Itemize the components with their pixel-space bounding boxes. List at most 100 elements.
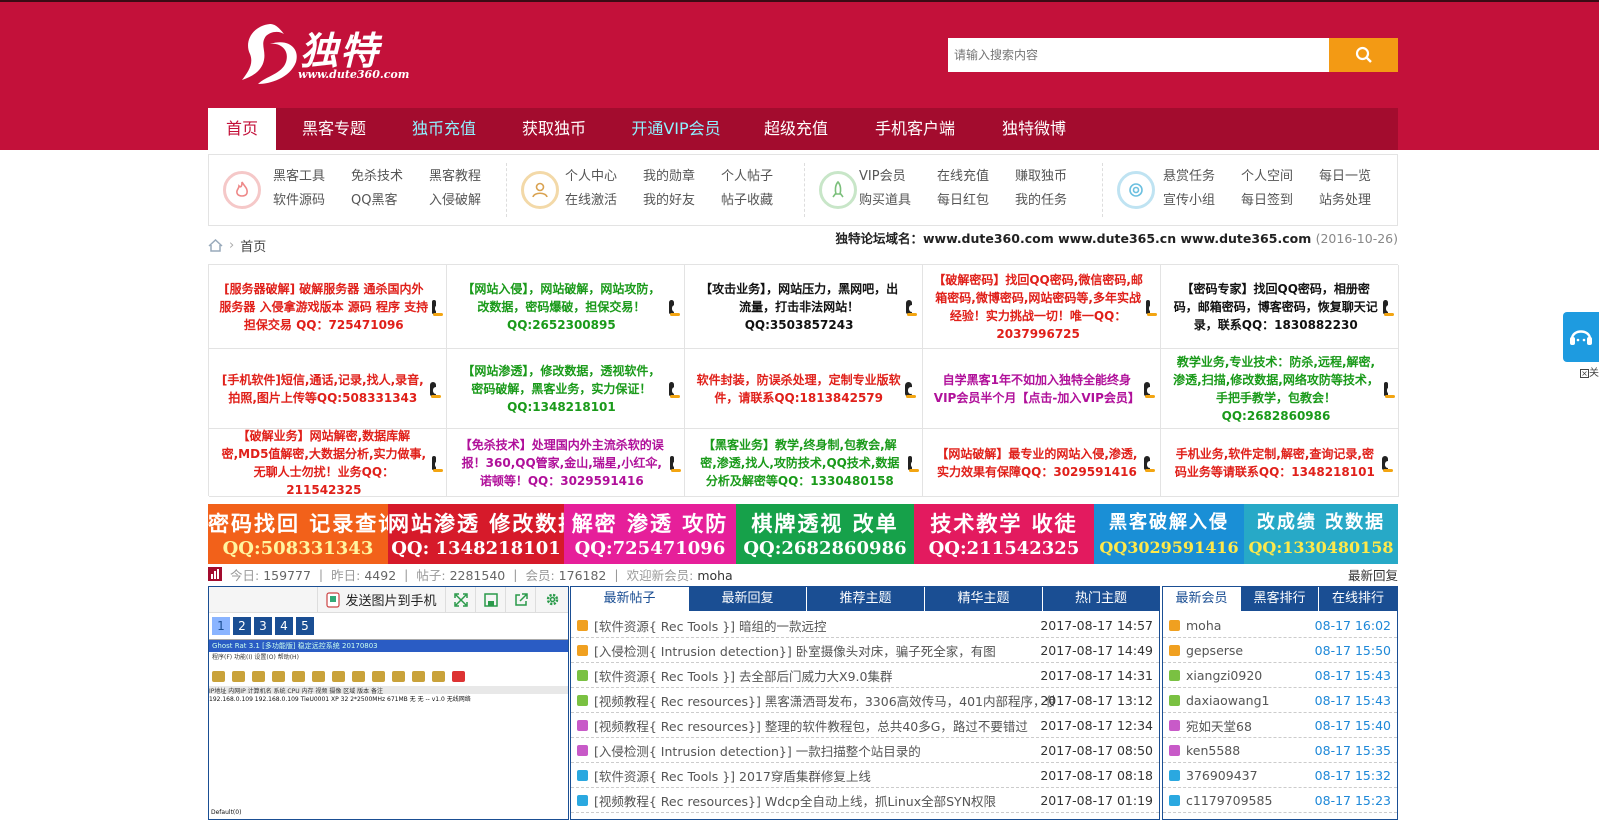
tab-latest-posts[interactable]: 最新帖子 [571,587,689,611]
member-name[interactable]: 宛如天堂68 [1186,716,1252,735]
post-title[interactable]: [软件资源{ Rec Tools }] 去全部后门威力大X9.0集群 [594,666,1054,685]
member-name[interactable]: xiangzi0920 [1186,668,1262,683]
nav-weibo[interactable]: 独特微博 [988,108,1080,150]
text-ad[interactable]: 软件封装，防误杀处理，定制专业版软件，请联系QQ:1813842579 [685,349,923,429]
member-row[interactable]: c1179709585 08-17 15:23 [1163,788,1397,813]
post-title[interactable]: [入侵检测{ Intrusion detection}] 一款扫描整个站目录的 [594,741,1054,760]
link-my-posts[interactable]: 个人帖子 [721,165,773,184]
text-ad[interactable]: 【破解业务】网站解密,数据库解密,MD5值解密,大数据分析,实力做事,无聊人士勿… [209,429,447,497]
tab-online-ranking[interactable]: 在线排行 [1319,587,1397,611]
member-row[interactable]: gepserse 08-17 15:50 [1163,638,1397,663]
post-title[interactable]: [视频教程{ Rec resources}] 整理的软件教程包，总共40多G，路… [594,716,1054,735]
link-my-medals[interactable]: 我的勋章 [643,165,695,184]
post-title[interactable]: [视频教程{ Rec resources}] Wdcp全自动上线，抓Linux全… [594,791,1054,810]
post-row[interactable]: [入侵检测{ Intrusion detection}] 一款扫描整个站目录的 2… [571,738,1159,763]
settings-button[interactable] [535,587,568,612]
link-personal-space[interactable]: 个人空间 [1241,165,1293,184]
link-online-recharge[interactable]: 在线充值 [937,165,989,184]
slide-page-5[interactable]: 5 [296,617,314,635]
text-ad[interactable]: 【破解密码】找回QQ密码,微信密码,邮箱密码,微博密码,网站密码等,多年实战经验… [923,265,1161,349]
text-ad[interactable]: 【网站入侵】，网站破解，网站攻防，改数据，密码爆破，担保交易！QQ:265230… [447,265,685,349]
link-earn-coins[interactable]: 赚取独币 [1015,165,1067,184]
tab-latest-replies[interactable]: 最新回复 [689,587,807,611]
member-row[interactable]: daxiaowang1 08-17 15:43 [1163,688,1397,713]
banner-ad[interactable]: 密码找回 记录查询 QQ:508331343 [208,504,388,564]
link-online-activation[interactable]: 在线激活 [565,189,617,208]
member-row[interactable]: moha 08-17 16:02 [1163,613,1397,638]
member-name[interactable]: moha [1186,618,1221,633]
member-row[interactable]: 376909437 08-17 15:32 [1163,763,1397,788]
search-input[interactable] [948,38,1329,72]
member-name[interactable]: gepserse [1186,643,1243,658]
nav-hacker-topics[interactable]: 黑客专题 [288,108,380,150]
share-button[interactable] [505,587,535,612]
nav-get-coins[interactable]: 获取独币 [508,108,600,150]
link-hacker-tools[interactable]: 黑客工具 [273,165,325,184]
post-row[interactable]: [软件资源{ Rec Tools }] 2017穿盾集群修复上线 2017-08-… [571,763,1159,788]
text-ad[interactable]: 教学业务,专业技术：防杀,远程,解密,渗透,扫描,修改数据,网络攻防等技术，手把… [1161,349,1399,429]
tab-hacker-ranking[interactable]: 黑客排行 [1241,587,1319,611]
post-row[interactable]: [视频教程{ Rec resources}] Wdcp全自动上线，抓Linux全… [571,788,1159,813]
nav-home[interactable]: 首页 [208,108,276,150]
link-personal-center[interactable]: 个人中心 [565,165,617,184]
text-ad[interactable]: 【密码专家】找回QQ密码，相册密码，邮箱密码，博客密码，恢复聊天记录，联系QQ：… [1161,265,1399,349]
member-row[interactable]: 宛如天堂68 08-17 15:40 [1163,713,1397,738]
link-buy-props[interactable]: 购买道具 [859,189,911,208]
post-row[interactable]: [软件资源{ Rec Tools }] 暗组的一款远控 2017-08-17 14… [571,613,1159,638]
breadcrumb-home[interactable]: 首页 [240,236,266,255]
text-ad[interactable]: 【网站渗透】，修改数据，透视软件，密码破解，黑客业务，实力保证！QQ:13482… [447,349,685,429]
customer-service-button[interactable] [1563,312,1599,362]
post-title[interactable]: [软件资源{ Rec Tools }] 暗组的一款远控 [594,616,1054,635]
text-ad[interactable]: 【黑客业务】教学,终身制,包教会,解密,渗透,找人,攻防技术,QQ技术,数据分析… [685,429,923,497]
tab-recommended[interactable]: 推荐主题 [807,587,925,611]
post-row[interactable]: [视频教程{ Rec resources}] 黑客潇洒哥发布，3306高效传马，… [571,688,1159,713]
banner-ad[interactable]: 技术教学 收徒 QQ:211542325 [914,504,1094,564]
nav-mobile-client[interactable]: 手机客户端 [860,108,970,150]
text-ad[interactable]: 【攻击业务】，网站压力，黑网吧，出流量，打击非法网站！QQ:3503857243 [685,265,923,349]
slide-page-1[interactable]: 1 [212,617,230,635]
text-ad[interactable]: [手机软件]短信,通话,记录,找人,录音,拍照,图片上传等QQ:50833134… [209,349,447,429]
new-member-link[interactable]: moha [697,568,732,583]
banner-ad[interactable]: 黑客破解入侵 QQ3029591416 [1094,504,1244,564]
nav-coin-recharge[interactable]: 独币充值 [398,108,490,150]
tab-latest-members[interactable]: 最新会员 [1163,587,1241,611]
fullscreen-button[interactable] [445,587,475,612]
post-row[interactable]: [软件资源{ Rec Tools }] 去全部后门威力大X9.0集群 2017-0… [571,663,1159,688]
latest-replies-link[interactable]: 最新回复 [1348,565,1398,584]
post-row[interactable]: [视频教程{ Rec resources}] 整理的软件教程包，总共40多G，路… [571,713,1159,738]
link-intrusion-crack[interactable]: 入侵破解 [429,189,481,208]
slide-page-4[interactable]: 4 [275,617,293,635]
member-name[interactable]: c1179709585 [1186,793,1272,808]
link-post-favorites[interactable]: 帖子收藏 [721,189,773,208]
link-qq-hacker[interactable]: QQ黑客 [351,189,397,208]
link-daily-overview[interactable]: 每日一览 [1319,165,1371,184]
link-antivirus-evasion[interactable]: 免杀技术 [351,165,403,184]
link-daily-redpacket[interactable]: 每日红包 [937,189,989,208]
site-logo[interactable]: 独特 www.dute360.com [240,18,410,88]
search-button[interactable] [1329,38,1398,72]
notice-text[interactable]: 独特论坛域名：www.dute360.com www.dute365.cn ww… [835,231,1311,246]
link-bounty-tasks[interactable]: 悬赏任务 [1163,165,1215,184]
member-row[interactable]: ken5588 08-17 15:35 [1163,738,1397,763]
nav-vip[interactable]: 开通VIP会员 [620,108,732,150]
text-ad[interactable]: 【网站破解】最专业的网站入侵,渗透,实力效果有保障QQ：3029591416 [923,429,1161,497]
link-site-affairs[interactable]: 站务处理 [1319,189,1371,208]
tab-hot[interactable]: 热门主题 [1043,587,1159,611]
post-row[interactable]: [入侵检测{ Intrusion detection}] 卧室摄像头对床，骗子死… [571,638,1159,663]
link-promotion-group[interactable]: 宣传小组 [1163,189,1215,208]
text-ad[interactable]: [服务器破解] 破解服务器 通杀国内外服务器 入侵拿游戏版本 源码 程序 支持担… [209,265,447,349]
member-name[interactable]: 376909437 [1186,768,1258,783]
banner-ad[interactable]: 网站渗透 修改数据 QQ: 1348218101 [388,504,564,564]
text-ad[interactable]: 自学黑客1年不如加入独特全能终身VIP会员半个月【点击-加入VIP会员】 [923,349,1161,429]
slide-screenshot[interactable]: Ghost Rat 3.1 [多功能版] 稳定远控系统 20170803 程序(… [209,639,568,819]
send-to-phone-button[interactable]: 发送图片到手机 [317,587,445,612]
text-ad[interactable]: 手机业务,软件定制,解密,查询记录,密码业务等请联系QQ：1348218101 [1161,429,1399,497]
link-daily-checkin[interactable]: 每日签到 [1241,189,1293,208]
slide-page-3[interactable]: 3 [254,617,272,635]
link-vip-member[interactable]: VIP会员 [859,165,906,184]
nav-super-recharge[interactable]: 超级充值 [750,108,842,150]
member-row[interactable]: xiangzi0920 08-17 15:43 [1163,663,1397,688]
save-image-button[interactable] [475,587,505,612]
member-name[interactable]: ken5588 [1186,743,1240,758]
float-close-button[interactable]: ×关 [1580,364,1599,379]
